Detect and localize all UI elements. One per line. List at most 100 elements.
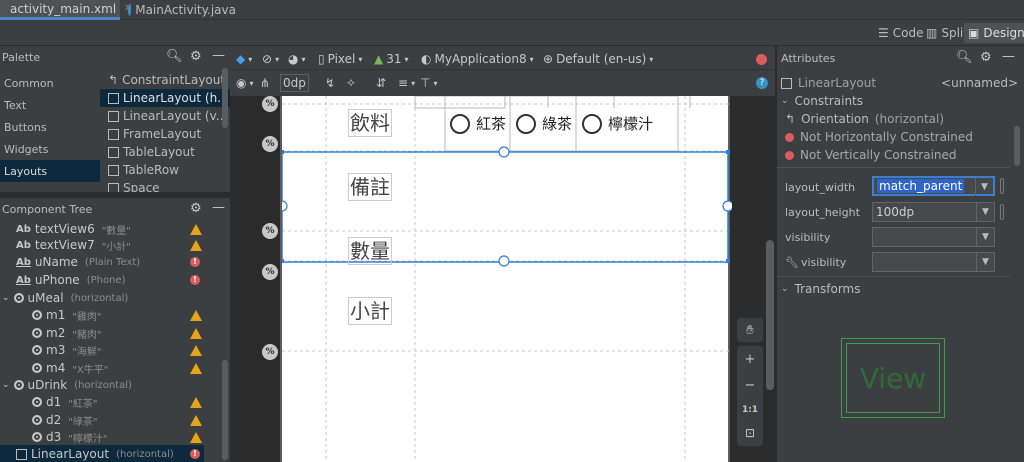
error-icon[interactable]: ! xyxy=(190,257,200,267)
warning-icon[interactable] xyxy=(190,328,202,339)
label-quantity[interactable]: 數量 xyxy=(348,237,392,265)
tree-scrollbar[interactable] xyxy=(222,360,228,460)
device-preview[interactable]: 飲料 備註 數量 小計 紅茶 綠茶 檸檬汁 xyxy=(280,96,732,462)
palette-item-framelayout[interactable]: FrameLayout xyxy=(100,125,230,143)
zoom-out-button[interactable]: − xyxy=(745,378,756,393)
chevron-down-icon[interactable]: ▼ xyxy=(975,178,993,196)
percent-badge[interactable]: % xyxy=(262,264,278,280)
error-status-button[interactable] xyxy=(756,50,767,68)
search-icon[interactable]: 🔍︎ xyxy=(956,50,973,65)
chevron-down-icon[interactable]: ▼ xyxy=(976,203,994,221)
zoom-fit-icon[interactable]: ⊡ xyxy=(745,426,755,440)
radio-drink-1[interactable]: 紅茶 xyxy=(450,113,506,134)
design-mode-button[interactable]: ▣ Design xyxy=(964,23,1024,43)
locale-selector[interactable]: ⊕ Default (en-us) ▾ xyxy=(543,50,653,68)
gear-icon[interactable]: ⚙ xyxy=(190,49,202,64)
percent-badge[interactable]: % xyxy=(262,344,278,360)
guidelines-button[interactable]: ⊤ ▾ xyxy=(420,74,437,92)
palette-item-linearlayout-v[interactable]: LinearLayout (v... xyxy=(100,107,230,125)
issue-row[interactable]: Not Horizontally Constrained xyxy=(777,128,1024,146)
error-icon[interactable]: ! xyxy=(190,449,200,459)
code-mode-button[interactable]: ☰ Code xyxy=(874,23,928,43)
zoom-actual-button[interactable]: 1:1 xyxy=(742,405,758,415)
chevron-down-icon[interactable]: ▼ xyxy=(976,253,994,271)
tools-visibility-field[interactable]: ▼ xyxy=(872,252,995,272)
warning-icon[interactable] xyxy=(190,363,202,374)
night-mode-button[interactable]: ◕ ▾ xyxy=(288,50,306,68)
tree-node-selected[interactable]: LinearLayout (horizontal) xyxy=(0,445,204,462)
view-options-button[interactable]: ◉ ▾ xyxy=(236,74,254,92)
warning-icon[interactable] xyxy=(190,432,202,443)
tree-node[interactable]: Ab textView7 "小計" xyxy=(16,236,131,254)
device-selector[interactable]: ▯ Pixel ▾ xyxy=(318,50,362,68)
percent-badge[interactable]: % xyxy=(262,96,278,112)
minimize-icon[interactable]: — xyxy=(1002,49,1015,64)
error-icon[interactable]: ! xyxy=(190,275,200,285)
chevron-down-icon[interactable]: ⌄ xyxy=(2,380,10,390)
autoconnect-button[interactable]: ⋔ xyxy=(260,74,270,92)
minimize-icon[interactable]: — xyxy=(212,48,225,63)
palette-item-tablelayout[interactable]: TableLayout xyxy=(100,143,230,161)
label-subtotal[interactable]: 小計 xyxy=(348,297,392,325)
tab-main-activity[interactable]: MainActivity.java xyxy=(122,0,242,20)
search-icon[interactable]: 🔍︎ xyxy=(166,49,183,64)
tree-node[interactable]: d2 "綠茶" xyxy=(32,411,97,429)
resource-picker[interactable] xyxy=(1000,178,1004,194)
category-common[interactable]: Common xyxy=(0,72,100,94)
chevron-down-icon[interactable]: ▼ xyxy=(976,228,994,246)
tree-node[interactable]: m1 "雞肉" xyxy=(32,306,102,324)
label-note[interactable]: 備註 xyxy=(348,173,392,201)
layout-height-field[interactable]: 100dp ▼ xyxy=(872,202,995,222)
default-margin-field[interactable]: 0dp xyxy=(280,74,309,92)
constraints-section[interactable]: ⌄ Constraints xyxy=(777,92,1024,110)
pan-button[interactable]: ✋︎ xyxy=(737,318,763,342)
label-drink[interactable]: 飲料 xyxy=(348,109,392,137)
help-button[interactable]: ? xyxy=(756,74,768,92)
infer-constraints-button[interactable]: ✧ xyxy=(346,74,356,92)
gear-icon[interactable]: ⚙ xyxy=(190,201,202,216)
radio-drink-2[interactable]: 綠茶 xyxy=(516,113,572,134)
category-text[interactable]: Text xyxy=(0,94,100,116)
minimize-icon[interactable]: — xyxy=(212,200,225,215)
clear-constraints-button[interactable]: ↯ xyxy=(325,74,335,92)
gear-icon[interactable]: ⚙ xyxy=(980,50,992,65)
percent-badge[interactable]: % xyxy=(262,136,278,152)
percent-badge[interactable]: % xyxy=(262,223,278,239)
orientation-button[interactable]: ⊘ ▾ xyxy=(262,50,279,68)
warning-icon[interactable] xyxy=(190,240,202,251)
tree-node[interactable]: Ab uPhone (Phone) xyxy=(16,271,125,289)
warning-icon[interactable] xyxy=(190,310,202,321)
resource-picker[interactable] xyxy=(1000,204,1004,220)
align-button[interactable]: ≡ ▾ xyxy=(398,74,415,92)
warning-icon[interactable] xyxy=(190,345,202,356)
warning-icon[interactable] xyxy=(190,415,202,426)
layout-width-field[interactable]: match_parent ▼ xyxy=(872,176,995,196)
visibility-field[interactable]: ▼ xyxy=(872,227,995,247)
api-selector[interactable]: ▲ 31 ▾ xyxy=(374,50,409,68)
palette-item-tablerow[interactable]: TableRow xyxy=(100,161,230,179)
canvas-scrollbar[interactable] xyxy=(766,240,774,390)
tree-node[interactable]: ⌄ uDrink (horizontal) xyxy=(2,376,132,394)
palette-item-space[interactable]: Space xyxy=(100,179,230,192)
tree-node[interactable]: m4 "X牛平" xyxy=(32,359,108,377)
radio-drink-3[interactable]: 檸檬汁 xyxy=(582,113,653,134)
zoom-in-button[interactable]: + xyxy=(745,352,756,367)
chevron-down-icon[interactable]: ⌄ xyxy=(2,293,10,303)
tree-node[interactable]: d3 "檸檬汁" xyxy=(32,428,107,446)
warning-icon[interactable] xyxy=(190,397,202,408)
palette-item-linearlayout-h[interactable]: LinearLayout (h... xyxy=(100,89,230,107)
tree-node[interactable]: d1 "紅茶" xyxy=(32,393,97,411)
palette-item-constraintlayout[interactable]: ↰ ConstraintLayout xyxy=(100,71,230,89)
warning-icon[interactable] xyxy=(190,224,202,235)
tree-node[interactable]: ⌄ uMeal (horizontal) xyxy=(2,289,128,307)
issue-row[interactable]: Not Vertically Constrained xyxy=(777,146,1024,164)
tree-node[interactable]: Ab uName (Plain Text) xyxy=(16,253,140,271)
layers-button[interactable]: ◆ ▾ xyxy=(236,50,252,68)
tree-node[interactable]: m3 "海鮮" xyxy=(32,341,102,359)
category-buttons[interactable]: Buttons xyxy=(0,116,100,138)
pack-button[interactable]: ⇵ xyxy=(376,74,386,92)
tab-activity-main[interactable]: activity_main.xml ✕ xyxy=(0,0,133,20)
component-id[interactable]: <unnamed> xyxy=(941,76,1018,90)
category-widgets[interactable]: Widgets xyxy=(0,138,100,160)
tree-node[interactable]: m2 "豬肉" xyxy=(32,324,102,342)
